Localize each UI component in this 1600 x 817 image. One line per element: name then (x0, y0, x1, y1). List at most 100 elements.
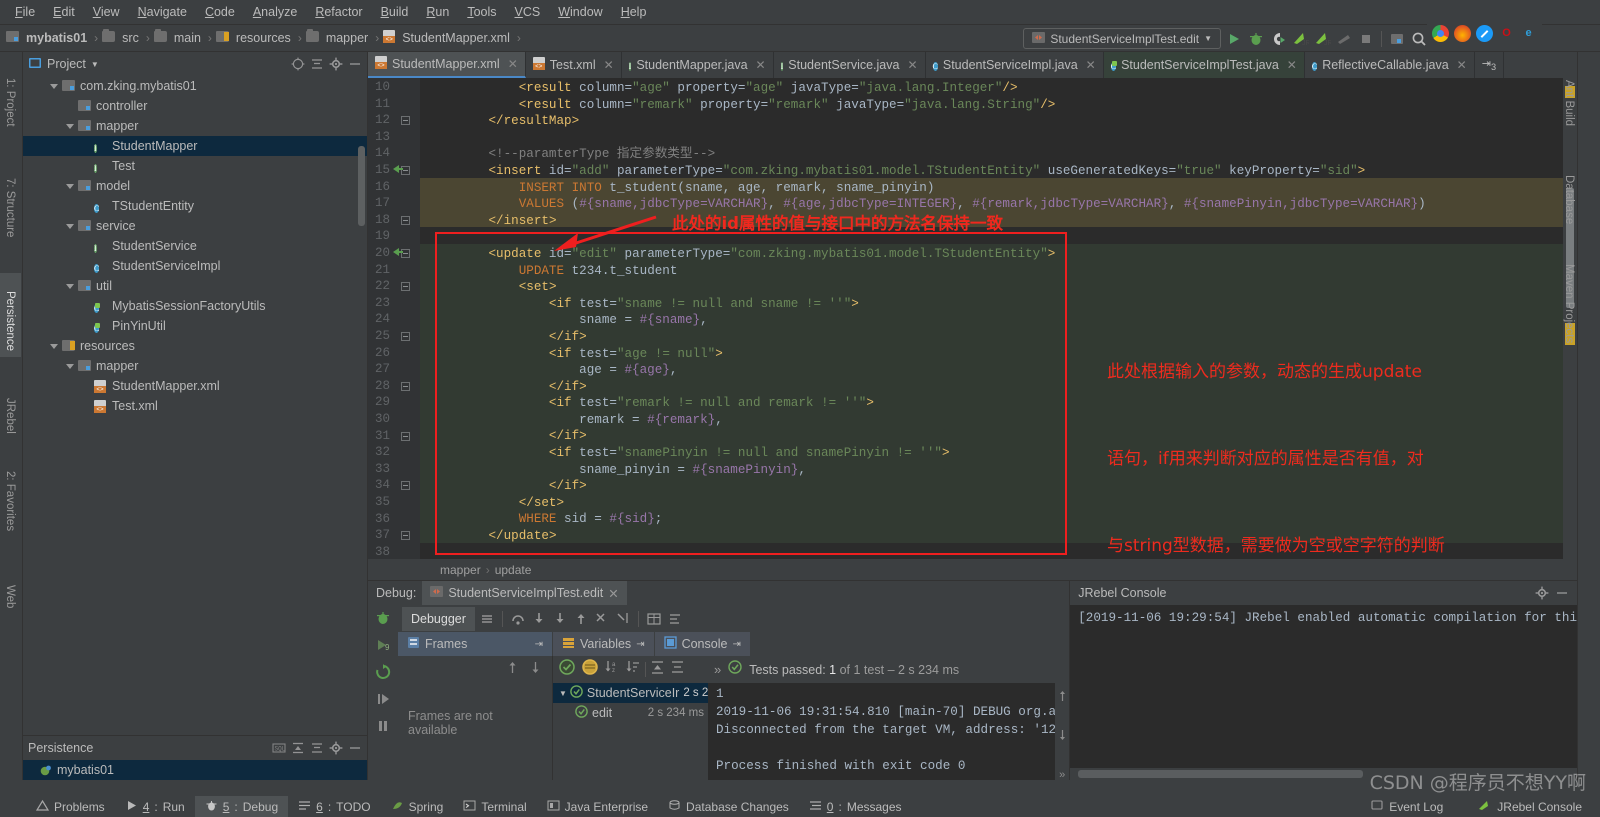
status-right-jrebel-console[interactable]: JRebel Console (1467, 796, 1592, 817)
breadcrumb-item-src[interactable]: src (102, 29, 142, 45)
chevron-down-icon[interactable] (65, 361, 76, 372)
tree-node-com-zking-mybatis01[interactable]: com.zking.mybatis01 (23, 76, 367, 96)
pin-icon[interactable]: ⇥ (636, 639, 644, 650)
menu-item-code[interactable]: Code (196, 3, 244, 21)
chevron-down-icon[interactable] (49, 341, 60, 352)
tree-node-StudentServiceImpl[interactable]: C StudentServiceImpl (23, 256, 367, 276)
gear-icon[interactable] (329, 57, 343, 71)
sub-tab-variables[interactable]: Variables ⇥ (553, 632, 655, 656)
fold-marker-icon[interactable] (401, 116, 410, 126)
pin-icon[interactable]: ⇥ (732, 639, 740, 650)
frame-up-icon[interactable] (506, 660, 519, 680)
force-step-into-icon[interactable] (551, 610, 569, 628)
hide-panel-icon[interactable] (348, 741, 362, 755)
project-tree-scroll-thumb[interactable] (358, 146, 365, 226)
tree-node-Test[interactable]: I Test (23, 156, 367, 176)
menu-item-edit[interactable]: Edit (44, 3, 84, 21)
editor-tab-StudentService-java[interactable]: I StudentService.java ✕ (774, 52, 926, 78)
tool-strip-structure[interactable]: 7: Structure (0, 160, 21, 243)
breadcrumb-update[interactable]: update (495, 563, 532, 577)
gear-icon[interactable] (329, 741, 343, 755)
tool-strip-web[interactable]: Web (0, 567, 21, 614)
chevron-down-icon[interactable]: ▼ (1204, 34, 1212, 43)
pin-icon[interactable]: ⇥ (535, 639, 543, 650)
opera-browser-icon[interactable]: O (1498, 25, 1515, 42)
test-tree-row-method[interactable]: edit 2 s 234 ms (553, 703, 708, 723)
close-icon[interactable]: ✕ (756, 58, 766, 72)
step-out-icon[interactable] (572, 610, 590, 628)
console-scroll-up-icon[interactable] (1057, 689, 1068, 707)
run-config-selector[interactable]: StudentServiceImplTest.edit ▼ (1023, 28, 1221, 49)
persistence-item-mybatis01[interactable]: mybatis01 (23, 760, 367, 780)
tree-node-mapper[interactable]: mapper (23, 116, 367, 136)
tree-node-model[interactable]: model (23, 176, 367, 196)
expand-all-icon[interactable] (649, 659, 666, 681)
menu-item-help[interactable]: Help (612, 3, 656, 21)
tree-node-mapper[interactable]: mapper (23, 356, 367, 376)
rerun-debug-icon[interactable] (374, 609, 392, 627)
sort-alphabetically-icon[interactable]: az (603, 658, 621, 681)
jrebel-hscroll-thumb[interactable] (1078, 770, 1364, 778)
edge-browser-icon[interactable]: e (1520, 25, 1537, 42)
chevron-down-icon[interactable] (49, 81, 60, 92)
run-icon[interactable] (1225, 30, 1243, 48)
menu-item-vcs[interactable]: VCS (506, 3, 550, 21)
collapse-all-icon[interactable] (310, 741, 324, 755)
close-icon[interactable]: ✕ (1287, 58, 1297, 72)
chrome-browser-icon[interactable] (1432, 25, 1449, 42)
breadcrumb-item-main[interactable]: main (153, 29, 204, 45)
more-icon[interactable]: » (714, 662, 721, 677)
chevron-down-icon[interactable] (65, 181, 76, 192)
sort-by-duration-icon[interactable] (624, 658, 642, 681)
tool-strip-project[interactable]: 1: Project (0, 60, 21, 133)
fold-marker-icon[interactable] (401, 481, 410, 491)
tree-node-StudentMapper-xml[interactable]: StudentMapper.xml (23, 376, 367, 396)
editor-gutter[interactable]: 10 11 12 13 14 15 16 17 18 19 20 21 22 23 24 25 26 27 28 29… (368, 78, 420, 559)
fold-marker-icon[interactable] (401, 381, 410, 391)
editor-tab-StudentServiceImpl-java[interactable]: C StudentServiceImpl.java ✕ (926, 52, 1104, 78)
settings-icon[interactable] (666, 610, 684, 628)
status-button-todo[interactable]: 6: TODO (288, 796, 380, 817)
status-button-run[interactable]: 4: Run (115, 796, 195, 817)
navigate-to-method-icon[interactable] (390, 245, 404, 264)
tree-node-util[interactable]: util (23, 276, 367, 296)
restart-icon[interactable] (374, 663, 392, 681)
tree-node-PinYinUtil[interactable]: C PinYinUtil (23, 316, 367, 336)
menu-item-tools[interactable]: Tools (458, 3, 505, 21)
debug-icon[interactable] (1247, 30, 1265, 48)
tri-open-icon[interactable]: ▼ (559, 689, 567, 698)
firefox-browser-icon[interactable] (1454, 25, 1471, 42)
console-more-icon[interactable]: » (1059, 769, 1065, 780)
status-button-messages[interactable]: 0: Messages (799, 796, 912, 817)
menu-item-file[interactable]: File (6, 3, 44, 21)
fold-marker-icon[interactable] (401, 282, 410, 292)
pause-icon[interactable] (374, 717, 392, 735)
status-button-database-changes[interactable]: Database Changes (658, 796, 799, 817)
fold-marker-icon[interactable] (401, 215, 410, 225)
menu-item-view[interactable]: View (84, 3, 129, 21)
fold-marker-icon[interactable] (401, 431, 410, 441)
rerun-failed-icon[interactable]: 9 (374, 636, 392, 654)
project-structure-icon[interactable] (1388, 30, 1406, 48)
safari-browser-icon[interactable] (1476, 25, 1493, 42)
tool-strip-ant-build[interactable]: Ant Build (1558, 62, 1580, 132)
menu-item-run[interactable]: Run (417, 3, 458, 21)
tool-strip-favorites[interactable]: 2: Favorites (0, 453, 21, 537)
evaluate-expression-icon[interactable] (645, 610, 663, 628)
status-right-event-log[interactable]: Event Log (1361, 796, 1453, 817)
step-over-icon[interactable] (509, 610, 527, 628)
tab-debugger[interactable]: Debugger (402, 606, 475, 631)
sql-console-icon[interactable]: SQL (272, 741, 286, 755)
sub-tab-frames[interactable]: Frames ⇥ (398, 632, 553, 656)
navigate-to-method-icon[interactable] (390, 162, 404, 181)
menu-item-analyze[interactable]: Analyze (244, 3, 306, 21)
editor-tab-ReflectiveCallable-java[interactable]: C ReflectiveCallable.java ✕ (1305, 52, 1475, 78)
test-console-pane[interactable]: » Tests passed: 1 of 1 test – 2 s 234 ms (708, 656, 1070, 780)
frame-down-icon[interactable] (529, 660, 542, 680)
hide-panel-icon[interactable] (348, 57, 362, 71)
close-icon[interactable]: ✕ (1457, 58, 1467, 72)
expand-all-icon[interactable] (291, 741, 305, 755)
status-button-spring[interactable]: Spring (381, 796, 454, 817)
chevron-down-icon[interactable] (65, 281, 76, 292)
breadcrumb-item-resources[interactable]: resources (215, 31, 294, 45)
